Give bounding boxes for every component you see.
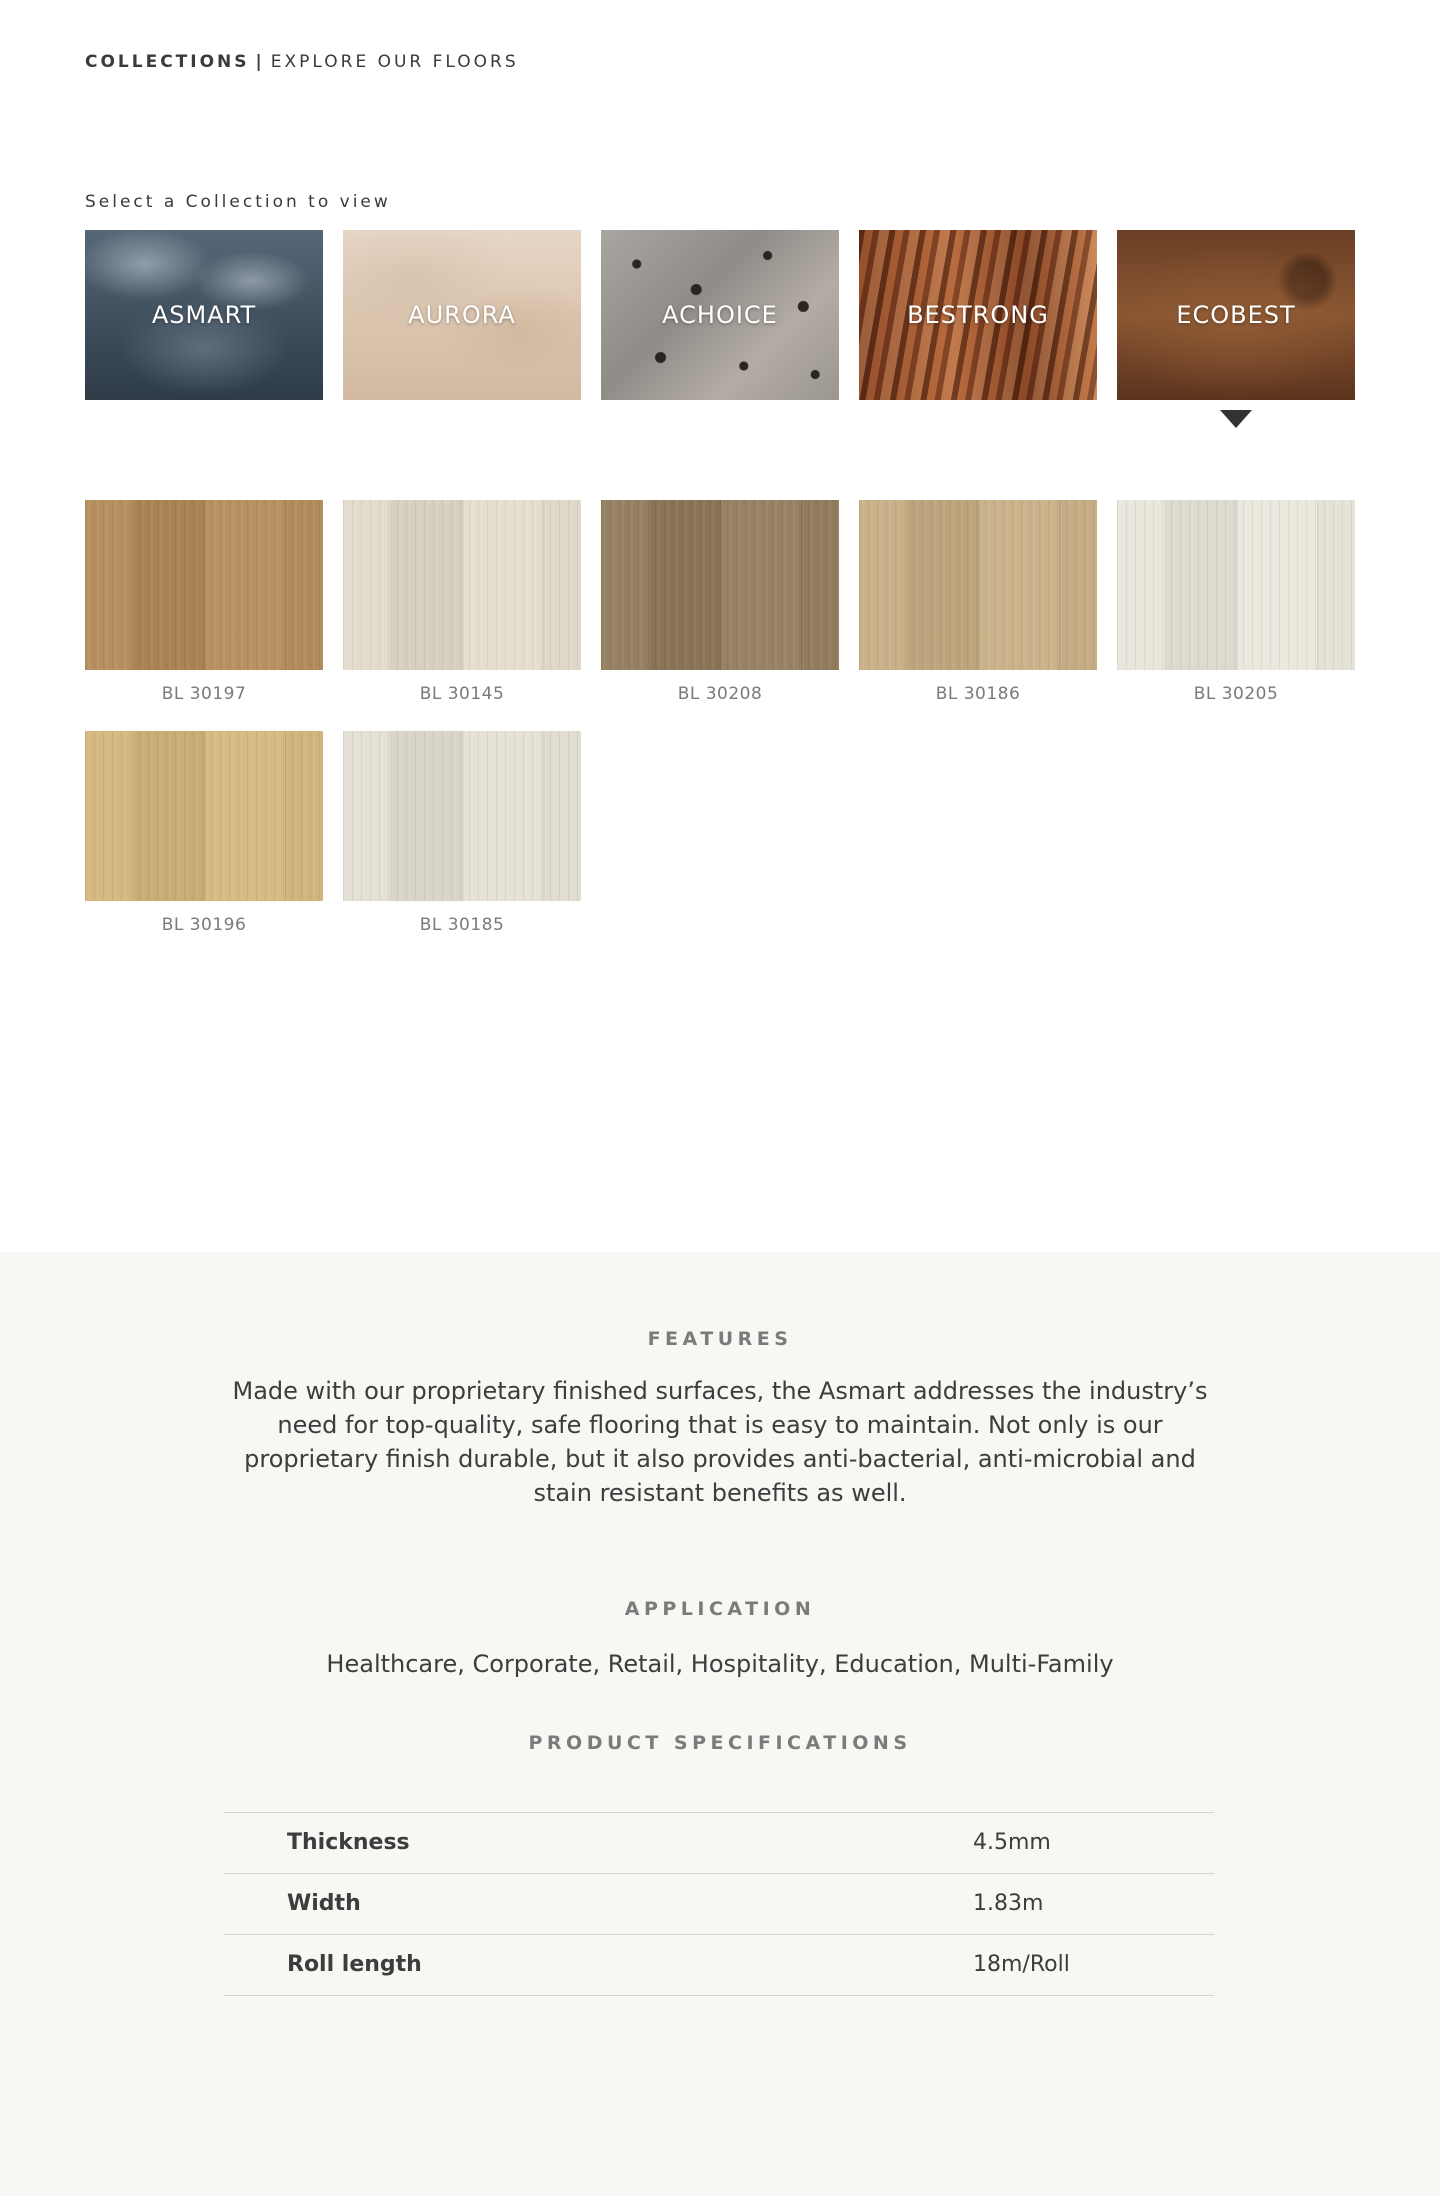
product-details-section: FEATURES Made with our proprietary finis… — [0, 1252, 1440, 2196]
spec-label: Width — [287, 1891, 361, 1916]
swatch-image — [85, 731, 323, 901]
swatch-image — [85, 500, 323, 670]
spec-value: 1.83m — [973, 1891, 1044, 1916]
swatch-item[interactable]: BL 30145 — [343, 500, 581, 704]
collection-name: BESTRONG — [907, 301, 1049, 329]
features-heading: FEATURES — [647, 1328, 793, 1350]
collection-selector: ASMART AURORA ACHOICE BESTRONG ECOBEST — [85, 230, 1355, 400]
swatch-code: BL 30197 — [161, 684, 247, 704]
swatch-code: BL 30205 — [1193, 684, 1279, 704]
swatch-image — [601, 500, 839, 670]
swatch-item[interactable]: BL 30185 — [343, 731, 581, 935]
swatch-code: BL 30208 — [677, 684, 763, 704]
table-row: Thickness 4.5mm — [224, 1813, 1214, 1874]
swatch-code: BL 30145 — [419, 684, 505, 704]
collection-name: ASMART — [151, 301, 257, 329]
breadcrumb-collections[interactable]: COLLECTIONS — [85, 52, 250, 72]
collection-tile-aurora[interactable]: AURORA — [343, 230, 581, 400]
specifications-table: Thickness 4.5mm Width 1.83m Roll length … — [224, 1812, 1214, 1996]
collection-tile-bestrong[interactable]: BESTRONG — [859, 230, 1097, 400]
swatch-image — [343, 731, 581, 901]
table-row: Width 1.83m — [224, 1874, 1214, 1935]
spec-value: 4.5mm — [973, 1830, 1051, 1855]
collection-name: ACHOICE — [662, 301, 778, 329]
selected-indicator-icon — [1220, 410, 1252, 428]
swatch-image — [343, 500, 581, 670]
collection-tile-ecobest[interactable]: ECOBEST — [1117, 230, 1355, 400]
application-heading: APPLICATION — [624, 1598, 816, 1620]
collection-name: AURORA — [408, 301, 516, 329]
collection-name: ECOBEST — [1176, 301, 1296, 329]
features-text: Made with our proprietary finished surfa… — [232, 1377, 1208, 1507]
table-row: Roll length 18m/Roll — [224, 1935, 1214, 1996]
select-collection-label: Select a Collection to view — [85, 192, 391, 212]
swatch-item[interactable]: BL 30208 — [601, 500, 839, 704]
swatch-item[interactable]: BL 30186 — [859, 500, 1097, 704]
swatch-image — [1117, 500, 1355, 670]
breadcrumb-explore: EXPLORE OUR FLOORS — [270, 52, 519, 72]
swatch-item[interactable]: BL 30196 — [85, 731, 323, 935]
swatch-image — [859, 500, 1097, 670]
swatch-code: BL 30185 — [419, 915, 505, 935]
collection-tile-asmart[interactable]: ASMART — [85, 230, 323, 400]
spec-value: 18m/Roll — [973, 1952, 1070, 1977]
swatch-item[interactable]: BL 30205 — [1117, 500, 1355, 704]
breadcrumb-separator: | — [255, 52, 265, 72]
collection-tile-achoice[interactable]: ACHOICE — [601, 230, 839, 400]
swatch-item[interactable]: BL 30197 — [85, 500, 323, 704]
specifications-heading: PRODUCT SPECIFICATIONS — [528, 1732, 912, 1754]
application-text: Healthcare, Corporate, Retail, Hospitali… — [326, 1650, 1114, 1678]
spec-label: Roll length — [287, 1952, 422, 1977]
swatch-code: BL 30196 — [161, 915, 247, 935]
collections-section: COLLECTIONS | EXPLORE OUR FLOORS Select a … — [0, 0, 1440, 1252]
spec-label: Thickness — [287, 1830, 410, 1855]
breadcrumb: COLLECTIONS | EXPLORE OUR FLOORS — [85, 52, 519, 72]
swatch-code: BL 30186 — [935, 684, 1021, 704]
